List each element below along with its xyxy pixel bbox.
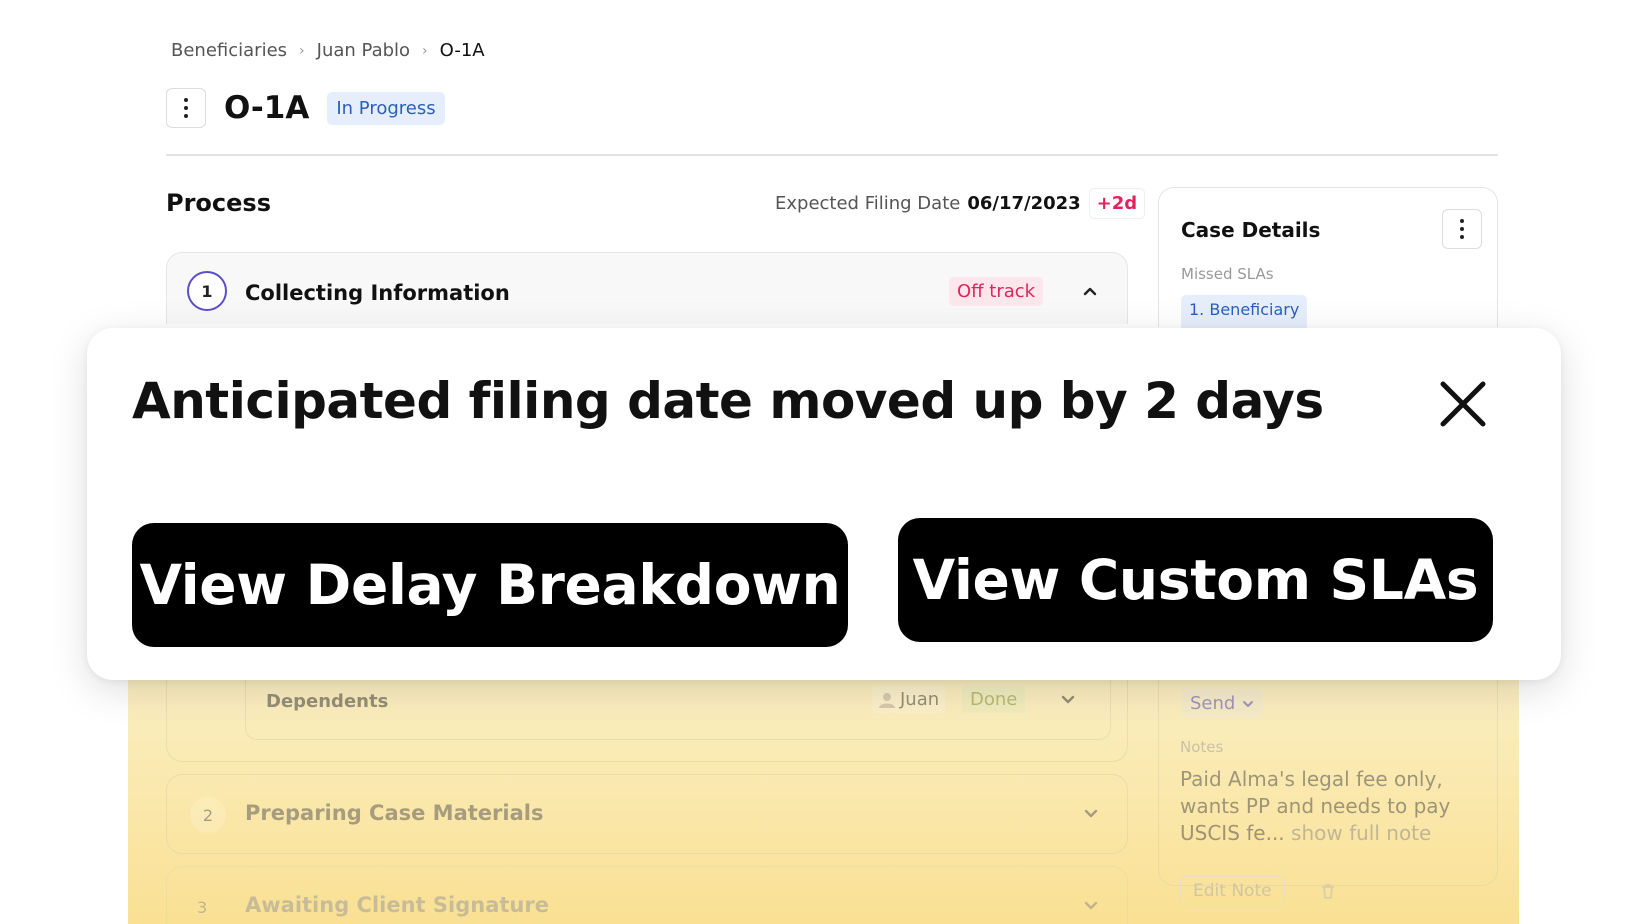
view-custom-slas-button[interactable]: View Custom SLAs: [898, 518, 1493, 642]
notes-text: Paid Alma's legal fee only, wants PP and…: [1180, 766, 1480, 847]
expected-filing-date: Expected Filing Date 06/17/2023 +2d: [775, 188, 1146, 219]
case-details-card: Case Details Missed SLAs 1. Beneficiary: [1158, 187, 1498, 328]
step-collecting-information[interactable]: 1 Collecting Information Off track: [166, 252, 1128, 324]
filing-date-toast: Anticipated filing date moved up by 2 da…: [87, 328, 1561, 680]
more-options-button[interactable]: [166, 88, 206, 128]
send-label: Send: [1190, 693, 1236, 714]
breadcrumb: Beneficiaries › Juan Pablo › O-1A: [171, 40, 485, 61]
step-label: Preparing Case Materials: [245, 801, 544, 825]
done-badge: Done: [962, 686, 1026, 713]
header-divider: [166, 154, 1498, 156]
chevron-down-icon[interactable]: [1081, 804, 1101, 824]
chevron-down-icon[interactable]: [1058, 690, 1078, 710]
missed-sla-chip[interactable]: 1. Beneficiary: [1181, 295, 1308, 328]
assignee-name: Juan: [900, 689, 940, 710]
close-button[interactable]: [1435, 376, 1491, 432]
filing-date-value: 06/17/2023: [967, 193, 1081, 214]
page-title: O-1A: [224, 90, 310, 126]
step-label: Awaiting Client Signature: [245, 893, 549, 917]
step-label: Collecting Information: [245, 281, 510, 305]
page-header: O-1A In Progress: [166, 88, 445, 128]
case-details-title: Case Details: [1181, 218, 1321, 242]
user-icon: [879, 692, 895, 708]
breadcrumb-juan-pablo[interactable]: Juan Pablo: [317, 40, 410, 61]
case-details-more-button[interactable]: [1442, 209, 1482, 249]
assignee-chip: Juan: [872, 686, 946, 713]
chevron-up-icon[interactable]: [1080, 281, 1100, 301]
view-delay-breakdown-button[interactable]: View Delay Breakdown: [132, 523, 848, 647]
status-badge: In Progress: [327, 91, 445, 125]
toast-message: Anticipated filing date moved up by 2 da…: [132, 372, 1324, 430]
chevron-right-icon: ›: [299, 42, 305, 59]
chevron-down-icon: [1243, 700, 1254, 707]
breadcrumb-current: O-1A: [439, 40, 485, 61]
process-title: Process: [166, 189, 271, 217]
notes-label: Notes: [1180, 738, 1224, 756]
more-vertical-icon: [184, 98, 188, 118]
close-icon: [1440, 381, 1486, 427]
step-number: 1: [187, 271, 227, 311]
filing-date-delta: +2d: [1088, 188, 1146, 219]
dependents-label: Dependents: [266, 691, 389, 712]
missed-slas-label: Missed SLAs: [1181, 265, 1274, 283]
chevron-down-icon[interactable]: [1081, 896, 1101, 916]
breadcrumb-beneficiaries[interactable]: Beneficiaries: [171, 40, 287, 61]
send-dropdown[interactable]: Send: [1182, 689, 1264, 718]
off-track-badge: Off track: [949, 277, 1044, 306]
chevron-right-icon: ›: [422, 42, 428, 59]
edit-note-button[interactable]: Edit Note: [1180, 876, 1285, 906]
show-full-note-link[interactable]: show full note: [1291, 821, 1431, 845]
more-vertical-icon: [1460, 219, 1464, 239]
step-number: 2: [190, 797, 226, 833]
trash-icon[interactable]: [1318, 881, 1338, 901]
step-number: 3: [197, 898, 208, 917]
filing-date-label: Expected Filing Date: [775, 193, 961, 214]
